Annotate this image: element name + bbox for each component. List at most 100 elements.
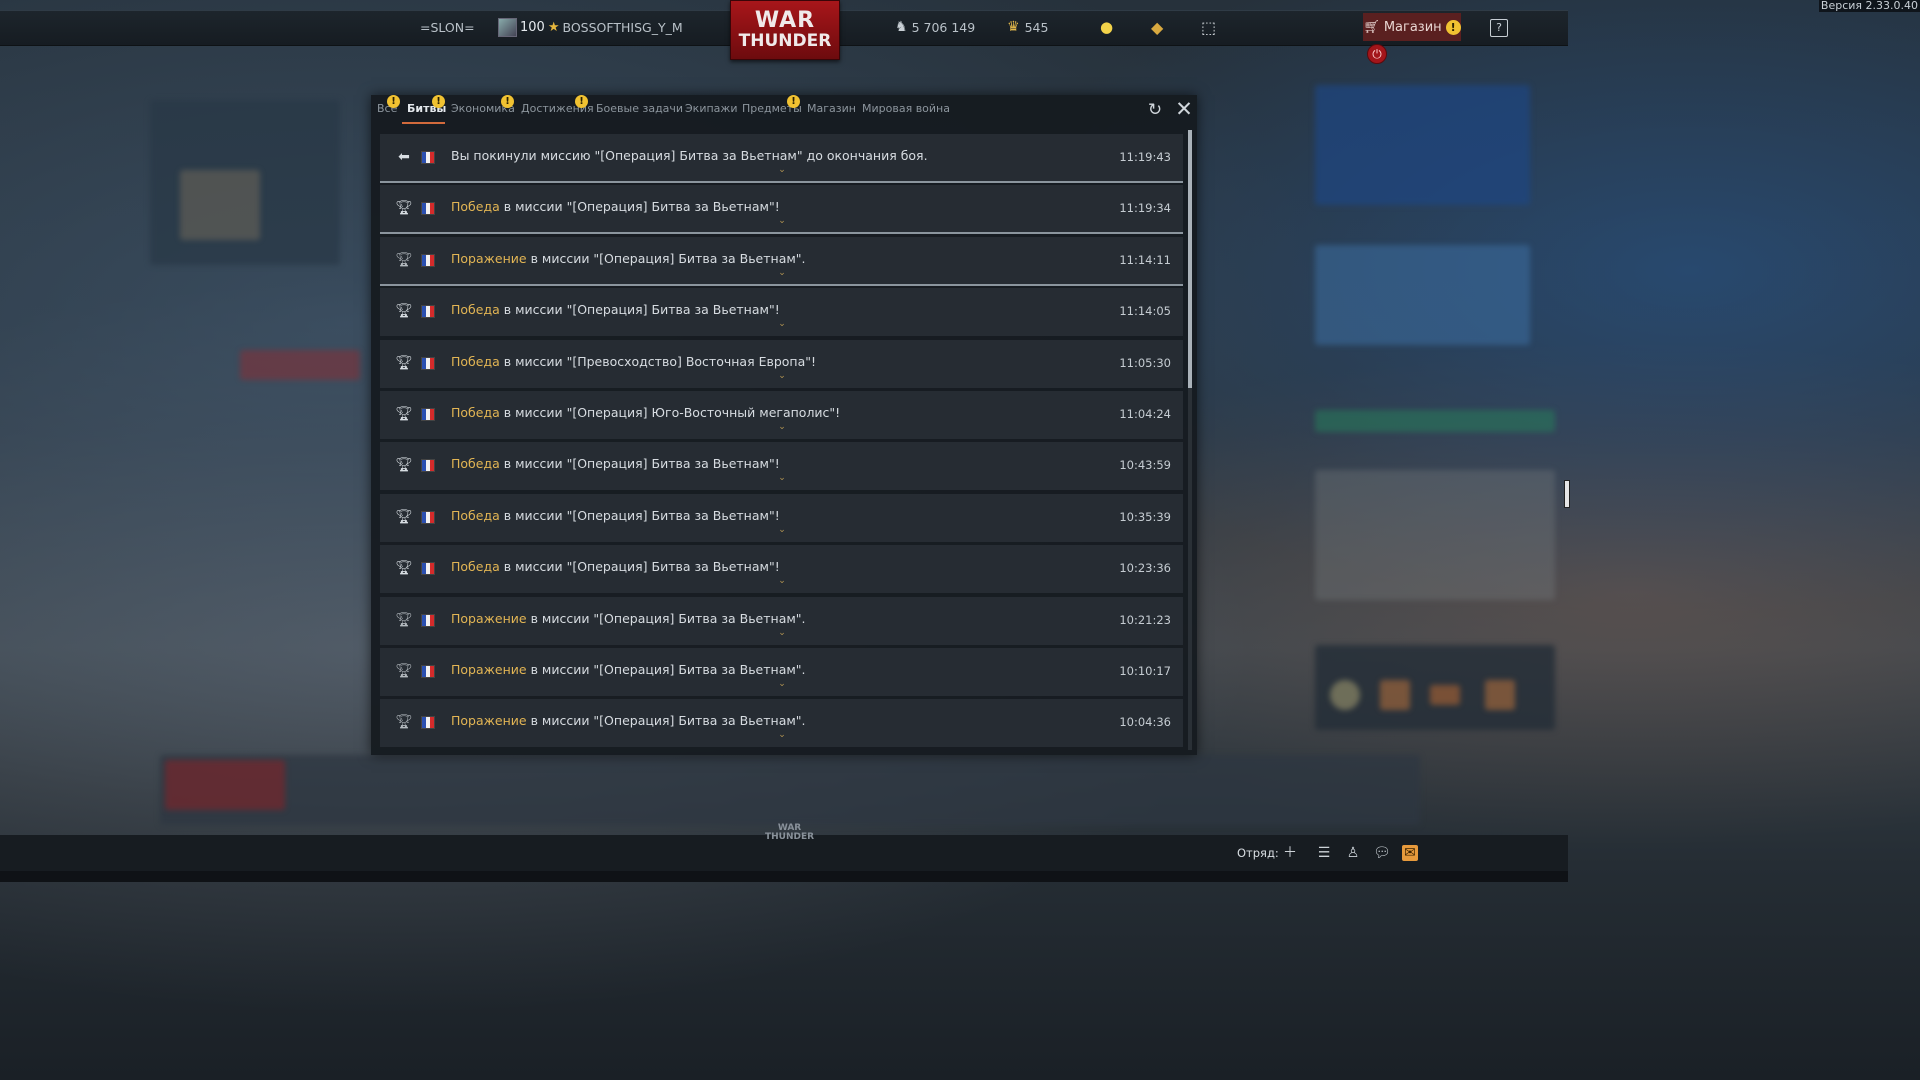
scrollbar[interactable] [1188,130,1192,750]
clan-tag[interactable]: =SLON= [420,10,475,44]
expand-chevron-icon[interactable]: ⌄ [777,217,787,226]
trophy-defeat-icon: 🏆︎ [395,251,413,268]
notification-time: 11:05:30 [1119,355,1171,370]
france-flag-icon [421,459,435,473]
expand-chevron-icon[interactable]: ⌄ [777,628,787,637]
shop-button[interactable]: 🛒︎ Магазин ! [1363,13,1461,41]
shop-label: Магазин [1383,19,1442,35]
notification-row[interactable]: 🏆︎ Поражение в миссии "[Операция] Битва з… [380,647,1183,696]
expand-chevron-icon[interactable]: ⌄ [777,474,787,483]
golden-eagles-icon: ♛ [1007,19,1020,35]
expand-chevron-icon[interactable]: ⌄ [777,371,787,380]
golden-eagles-balance[interactable]: ♛ 545 [1007,10,1048,44]
notification-row[interactable]: 🏆︎ Поражение в миссии "[Операция] Битва з… [380,699,1183,748]
expand-chevron-icon[interactable]: ⌄ [777,679,787,688]
silver-lions-value: 5 706 149 [911,19,976,35]
notification-row[interactable]: ⬅ Вы покинули миссию "[Операция] Битва за… [380,134,1183,183]
notification-row[interactable]: 🏆︎ Поражение в миссии "[Операция] Битва з… [380,596,1183,645]
result-keyword: Победа [451,404,500,420]
blurred-reward-2 [1430,685,1460,705]
refresh-icon[interactable]: ↻ [1146,101,1164,119]
notification-time: 11:19:43 [1119,150,1171,164]
tab-crews[interactable]: Экипажи [685,102,737,115]
ticket-icon[interactable]: ⬚ [1201,10,1216,44]
expand-chevron-icon[interactable]: ⌄ [777,422,787,431]
friends-icon[interactable]: ♙ [1345,845,1361,861]
power-icon[interactable]: ⏻ [1367,44,1387,64]
result-keyword: Победа [451,353,500,369]
list-icon[interactable]: ☰ [1316,845,1332,861]
version-label: Версия 2.33.0.40 [1818,0,1920,12]
squad-label: Отряд: [1237,846,1279,860]
blurred-green-bar [1315,410,1555,432]
trophy-defeat-icon: 🏆︎ [395,714,413,731]
tab-economy[interactable]: ! Экономика [451,95,515,115]
notification-message: Победа в миссии "[Операция] Битва за Вье… [451,456,780,471]
tab-world-war[interactable]: Мировая война [862,102,950,115]
expand-chevron-icon[interactable]: ⌄ [777,577,787,586]
result-keyword: Победа [451,559,500,575]
tab-all[interactable]: ! Все [377,95,400,115]
player-profile[interactable]: 100 ★ BOSSOFTHISG_Y_M [498,10,683,44]
chat-icon[interactable]: 💬︎ [1373,845,1391,861]
notifications-window: ! Все ! Битвы ! Экономика ! Достижения Б… [371,95,1197,755]
notification-message: Поражение в миссии "[Операция] Битва за … [451,713,806,728]
notification-row[interactable]: 🏆︎ Победа в миссии "[Операция] Битва за В… [380,288,1183,337]
blurred-selected-slot [165,760,285,810]
tab-achievements[interactable]: ! Достижения [521,95,594,115]
expand-chevron-icon[interactable]: ⌄ [777,166,787,175]
notification-time: 11:14:05 [1119,304,1171,319]
tab-battle-tasks[interactable]: Боевые задачи [596,102,683,115]
notification-row[interactable]: 🏆︎ Поражение в миссии "[Операция] Битва з… [380,236,1183,286]
result-keyword: Поражение [451,661,527,677]
expand-chevron-icon[interactable]: ⌄ [777,525,787,534]
notification-time: 11:04:24 [1119,406,1171,421]
expand-chevron-icon[interactable]: ⌄ [777,731,787,740]
message-text: в миссии "[Операция] Битва за Вьетнам". [526,610,806,626]
mouse-cursor [1564,480,1570,508]
expand-chevron-icon[interactable]: ⌄ [777,268,787,277]
notification-row[interactable]: 🏆︎ Победа в миссии "[Превосходство] Восто… [380,339,1183,388]
silver-lions-balance[interactable]: ♞ 5 706 149 [895,10,975,44]
tab-label: Экипажи [685,102,738,115]
notification-message: Вы покинули миссию "[Операция] Битва за … [451,148,928,163]
notification-message: Победа в миссии "[Операция] Битва за Вье… [451,559,780,574]
expand-chevron-icon[interactable]: ⌄ [777,320,787,329]
notification-row[interactable]: 🏆︎ Победа в миссии "[Операция] Битва за В… [380,185,1183,235]
blurred-crate [180,170,260,240]
france-flag-icon [421,151,435,164]
france-flag-icon [421,305,435,319]
war-thunder-logo[interactable]: WAR THUNDER [730,0,840,60]
france-flag-icon [421,562,435,576]
exit-mission-icon: ⬅ [398,149,410,165]
tab-battles[interactable]: ! Битвы [407,95,446,115]
france-flag-icon [421,613,435,627]
alert-icon: ! [501,95,514,108]
small-logo: WAR THUNDER [765,824,814,842]
tab-shop[interactable]: Магазин [807,102,856,115]
message-text: в миссии "[Операция] Битва за Вьетнам". [526,250,806,266]
scrollbar-thumb[interactable] [1188,130,1192,388]
message-text: в миссии "[Операция] Юго-Восточный мегап… [499,404,841,420]
blurred-red-arrow [240,350,360,380]
notification-row[interactable]: 🏆︎ Победа в миссии "[Операция] Юго-Восточ… [380,390,1183,439]
trophy-victory-icon: 🏆︎ [395,354,413,371]
tab-items[interactable]: ! Предметы [742,95,802,115]
lightbulb-icon[interactable]: ● [1100,10,1113,44]
help-icon[interactable]: ? [1490,19,1508,37]
blurred-event-banner-1 [1315,85,1530,205]
add-squad-member-icon[interactable]: ＋ [1282,845,1298,861]
close-icon[interactable]: ✕ [1174,99,1194,120]
notification-row[interactable]: 🏆︎ Победа в миссии "[Операция] Битва за В… [380,442,1183,491]
trophy-victory-icon: 🏆︎ [395,457,413,474]
france-flag-icon [421,407,435,421]
alert-icon: ! [1445,19,1461,35]
france-flag-icon [421,664,435,678]
diamond-icon[interactable]: ◆ [1151,10,1163,44]
result-keyword: Победа [451,507,500,523]
blurred-event-banner-2 [1315,245,1530,345]
notification-row[interactable]: 🏆︎ Победа в миссии "[Операция] Битва за В… [380,545,1183,594]
mail-icon[interactable]: ✉ [1402,845,1418,861]
result-keyword: Победа [451,199,500,215]
notification-row[interactable]: 🏆︎ Победа в миссии "[Операция] Битва за В… [380,493,1183,542]
